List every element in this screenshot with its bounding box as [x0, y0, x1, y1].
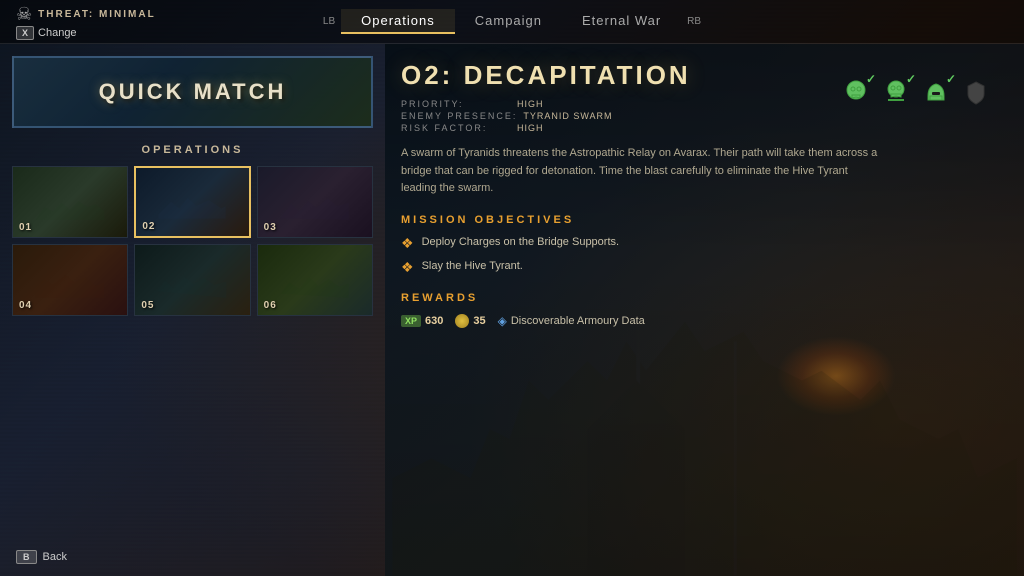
difficulty-icon-2: ✓: [880, 76, 912, 108]
back-label: Back: [43, 551, 67, 563]
difficulty-icon-1: ✓: [840, 76, 872, 108]
priority-value: HIGH: [517, 99, 544, 109]
mission-03-deco: [281, 192, 350, 222]
bottom-bar: B Back: [16, 550, 67, 564]
quick-match-button[interactable]: QUICK MATCH: [12, 56, 373, 128]
mission-01-label: 01: [19, 222, 32, 233]
reward-data: ◈ Discoverable Armoury Data: [498, 314, 645, 328]
mission-thumb-02[interactable]: 02: [134, 166, 250, 238]
mission-content: ✓ ✓: [401, 60, 1008, 328]
difficulty-icon-4: [960, 76, 992, 108]
mission-01-deco: [36, 192, 105, 222]
meta-enemy: ENEMY PRESENCE: TYRANID SWARM: [401, 111, 1008, 121]
xp-value: 630: [425, 315, 443, 327]
reward-xp: XP 630: [401, 315, 443, 327]
rewards-heading: REWARDS: [401, 292, 1008, 304]
objective-icon-1: ❖: [401, 235, 414, 252]
left-panel: QUICK MATCH OPERATIONS 01 02: [0, 44, 385, 576]
enemy-value: TYRANID SWARM: [523, 111, 612, 121]
objectives-list: ❖ Deploy Charges on the Bridge Supports.…: [401, 236, 1008, 276]
checkmark-3: ✓: [946, 72, 956, 86]
objective-text-1: Deploy Charges on the Bridge Supports.: [422, 236, 620, 248]
mission-04-label: 04: [19, 300, 32, 311]
difficulty-icon-3: ✓: [920, 76, 952, 108]
quick-match-label: QUICK MATCH: [99, 79, 287, 105]
mission-thumb-03[interactable]: 03: [257, 166, 373, 238]
coin-icon: [455, 314, 469, 328]
mission-03-label: 03: [264, 222, 277, 233]
mission-02-label: 02: [142, 221, 155, 232]
objectives-heading: MISSION OBJECTIVES: [401, 214, 1008, 226]
threat-info: ☠ THREAT: MINIMAL X Change: [16, 4, 156, 40]
mission-thumb-04[interactable]: 04: [12, 244, 128, 316]
difficulty-icons: ✓ ✓: [840, 76, 992, 108]
mission-thumb-01[interactable]: 01: [12, 166, 128, 238]
tab-campaign[interactable]: Campaign: [455, 9, 562, 34]
meta-risk: RISK FACTOR: HIGH: [401, 123, 1008, 133]
shield-icon-diff: [962, 78, 990, 106]
tab-eternal-war[interactable]: Eternal War: [562, 9, 681, 34]
reward-coins: 35: [455, 314, 485, 328]
risk-value: HIGH: [517, 123, 544, 133]
checkmark-2: ✓: [906, 72, 916, 86]
x-button-indicator[interactable]: X: [16, 26, 34, 40]
rb-indicator: RB: [681, 16, 707, 27]
mission-thumb-05[interactable]: 05: [134, 244, 250, 316]
tab-operations[interactable]: Operations: [341, 9, 455, 34]
rewards-row: XP 630 35 ◈ Discoverable Armoury Data: [401, 314, 1008, 328]
mission-04-deco: [36, 270, 105, 300]
change-label: Change: [38, 27, 77, 39]
data-icon: ◈: [498, 314, 507, 328]
mission-02-deco: [159, 191, 226, 221]
coin-value: 35: [473, 315, 485, 327]
enemy-key: ENEMY PRESENCE:: [401, 111, 517, 121]
nav-tabs: LB Operations Campaign Eternal War RB: [317, 9, 707, 34]
objective-item-1: ❖ Deploy Charges on the Bridge Supports.: [401, 236, 1008, 252]
lb-indicator: LB: [317, 16, 341, 27]
mission-grid: 01 02 03: [12, 166, 373, 316]
risk-key: RISK FACTOR:: [401, 123, 511, 133]
mission-description: A swarm of Tyranids threatens the Astrop…: [401, 145, 881, 198]
xp-icon: XP: [401, 315, 421, 327]
mission-05-deco: [158, 270, 227, 300]
objective-item-2: ❖ Slay the Hive Tyrant.: [401, 260, 1008, 276]
operations-heading: OPERATIONS: [12, 144, 373, 156]
b-button-indicator[interactable]: B: [16, 550, 37, 564]
change-button[interactable]: X Change: [16, 26, 77, 40]
priority-key: PRIORITY:: [401, 99, 511, 109]
objective-icon-2: ❖: [401, 259, 414, 276]
mission-06-deco: [281, 270, 350, 300]
mission-05-label: 05: [141, 300, 154, 311]
objective-text-2: Slay the Hive Tyrant.: [422, 260, 523, 272]
mission-thumb-06[interactable]: 06: [257, 244, 373, 316]
checkmark-1: ✓: [866, 72, 876, 86]
right-panel: ✓ ✓: [385, 44, 1024, 576]
mission-06-label: 06: [264, 300, 277, 311]
threat-label: THREAT: MINIMAL: [38, 9, 156, 20]
top-navigation: ☠ THREAT: MINIMAL X Change LB Operations…: [0, 0, 1024, 44]
threat-skull-icon: ☠: [16, 4, 32, 25]
data-label: Discoverable Armoury Data: [511, 315, 645, 327]
